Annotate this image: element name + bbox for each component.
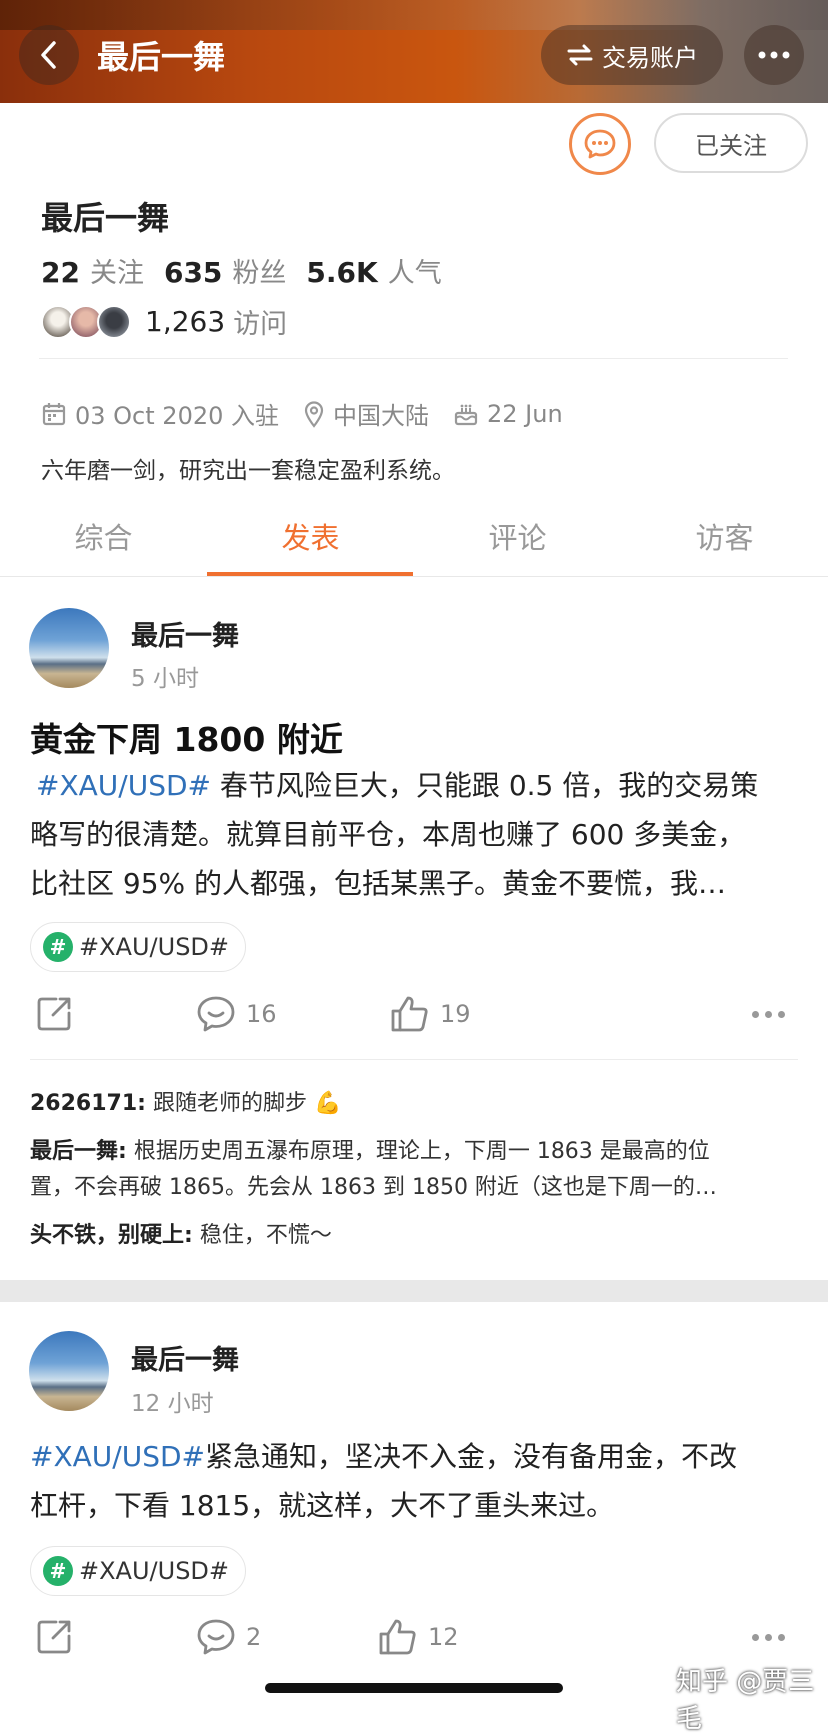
banner-image-strip (0, 0, 828, 30)
recent-visitors[interactable]: 1,263 访问 (41, 302, 287, 341)
comment-icon (197, 996, 235, 1032)
comment-text: 跟随老师的脚步 💪 (145, 1091, 342, 1116)
visitor-avatar (97, 304, 131, 339)
back-button[interactable] (19, 25, 79, 85)
post-more-button[interactable] (752, 1634, 785, 1641)
following-label[interactable]: 关注 (90, 251, 144, 290)
profile-bio: 六年磨一剑，研究出一套稳定盈利系统。 (41, 458, 455, 484)
profile-meta: 03 Oct 2020 入驻 中国大陆 22 Jun (41, 396, 587, 431)
divider (0, 576, 828, 577)
divider (30, 1059, 798, 1060)
comment-text: 根据历史周五瀑布原理，理论上，下周一 1863 是最高的位 (126, 1139, 710, 1164)
joined-date: 03 Oct 2020 入驻 (75, 402, 279, 430)
tab-comments[interactable]: 评论 (414, 515, 621, 557)
tab-posts[interactable]: 发表 (207, 515, 414, 557)
comment-user[interactable]: 头不铁，别硬上 (30, 1223, 184, 1248)
post-body-line: 春节风险巨大，只能跟 0.5 倍，我的交易策 (211, 769, 759, 802)
tab-visitors[interactable]: 访客 (621, 515, 828, 557)
like-count: 19 (440, 1000, 471, 1028)
following-count[interactable]: 22 (41, 256, 80, 289)
birthday: 22 Jun (487, 399, 563, 428)
swap-icon (567, 44, 593, 66)
comment-text: 稳住，不慌～ (192, 1223, 332, 1248)
post-body-line: 紧急通知，坚决不入金，没有备用金，不改 (205, 1440, 738, 1473)
post-body-line: 杠杆，下看 1815，就这样，大不了重头来过。 (30, 1489, 615, 1522)
calendar-icon (42, 402, 66, 425)
hashtag-icon: # (43, 932, 73, 962)
more-horizontal-icon (758, 51, 790, 59)
feed-separator (0, 1280, 828, 1302)
author-avatar[interactable] (29, 608, 109, 688)
home-indicator[interactable] (265, 1683, 563, 1693)
fans-label[interactable]: 粉丝 (232, 251, 286, 290)
fans-count[interactable]: 635 (164, 256, 222, 289)
trade-account-label: 交易账户 (602, 43, 698, 72)
thumbs-up-icon (391, 996, 428, 1032)
watermark: 知乎 @贾三毛 (676, 1667, 815, 1734)
followed-button[interactable]: 已关注 (654, 113, 808, 173)
post-body-line: 比社区 95% 的人都强，包括某黑子。黄金不要慌，我… (30, 867, 727, 900)
topic-tag[interactable]: # #XAU/USD# (30, 922, 247, 972)
post-more-button[interactable] (752, 1011, 785, 1018)
location-pin-icon (304, 400, 324, 428)
comment-icon (197, 1619, 235, 1655)
like-count: 12 (428, 1623, 459, 1651)
thumbs-up-icon (379, 1619, 416, 1655)
post-body[interactable]: #XAU/USD#紧急通知，坚决不入金，没有备用金，不改 杠杆，下看 1815，… (30, 1432, 810, 1530)
post-body-line: 略写的很清楚。就算目前平仓，本周也赚了 600 多美金， (30, 818, 746, 851)
topic-tag[interactable]: # #XAU/USD# (30, 1546, 247, 1596)
chat-bubble-icon (584, 129, 616, 159)
comment-text: 置，不会再破 1865。先会从 1863 到 1850 附近（这也是下周一的… (30, 1175, 717, 1200)
post-author[interactable]: 最后一舞 (131, 1338, 239, 1377)
comment-preview[interactable]: 2626171: 跟随老师的脚步 💪 (30, 1085, 341, 1117)
tab-overview[interactable]: 综合 (0, 515, 207, 557)
post-hashtag[interactable]: #XAU/USD# (36, 769, 211, 802)
post-time: 12 小时 (131, 1391, 214, 1417)
popularity-count: 5.6K (306, 256, 378, 289)
comment-user[interactable]: 2626171 (30, 1091, 137, 1116)
visits-label: 访问 (233, 309, 288, 340)
topic-tag-label: #XAU/USD# (79, 933, 230, 961)
location: 中国大陆 (333, 402, 429, 430)
comment-count: 16 (246, 1000, 277, 1028)
profile-header-banner: 最后一舞 交易账户 (0, 0, 828, 103)
post-body[interactable]: #XAU/USD# 春节风险巨大，只能跟 0.5 倍，我的交易策 略写的很清楚。… (30, 761, 810, 908)
birthday-cake-icon (454, 404, 478, 425)
profile-stats: 22 关注 635 粉丝 5.6K 人气 (41, 251, 452, 290)
share-icon (37, 997, 71, 1031)
post-time: 5 小时 (131, 666, 199, 692)
visits-count: 1,263 (145, 305, 226, 338)
share-button[interactable] (36, 1618, 74, 1656)
share-icon (37, 1620, 71, 1654)
profile-name: 最后一舞 (41, 199, 170, 237)
post-author[interactable]: 最后一舞 (131, 614, 239, 653)
post-hashtag[interactable]: #XAU/USD# (30, 1440, 205, 1473)
comment-button[interactable]: 2 (196, 1618, 261, 1656)
author-avatar[interactable] (29, 1331, 109, 1411)
like-button[interactable]: 19 (390, 995, 471, 1033)
message-button[interactable] (569, 113, 631, 175)
topic-tag-label: #XAU/USD# (79, 1557, 230, 1585)
popularity-label: 人气 (387, 258, 442, 289)
share-button[interactable] (36, 995, 74, 1033)
chevron-left-icon (41, 41, 56, 69)
divider (39, 358, 788, 359)
hashtag-icon: # (43, 1556, 73, 1586)
header-title: 最后一舞 (97, 38, 226, 76)
post-title[interactable]: 黄金下周 1800 附近 (30, 713, 343, 761)
comment-preview[interactable]: 头不铁，别硬上: 稳住，不慌～ (30, 1217, 332, 1249)
like-button[interactable]: 12 (378, 1618, 459, 1656)
comment-user[interactable]: 最后一舞 (30, 1139, 118, 1164)
trade-account-button[interactable]: 交易账户 (541, 25, 723, 85)
comment-count: 2 (246, 1623, 262, 1651)
more-button[interactable] (744, 25, 804, 85)
comment-button[interactable]: 16 (196, 995, 277, 1033)
comment-preview[interactable]: 最后一舞: 根据历史周五瀑布原理，理论上，下周一 1863 是最高的位 置，不会… (30, 1134, 717, 1206)
